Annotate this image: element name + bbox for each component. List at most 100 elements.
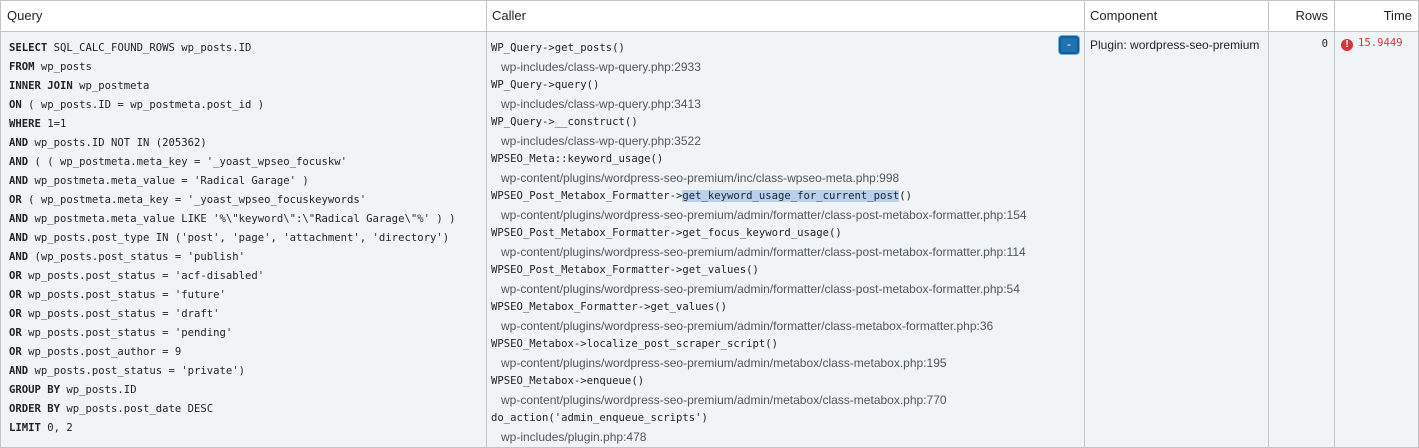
- sql-text: (wp_posts.post_status = 'publish': [28, 251, 245, 263]
- caller-function-text: WPSEO_Meta::keyword_usage(): [491, 153, 664, 165]
- sql-text: ( wp_posts.ID = wp_postmeta.post_id ): [21, 99, 265, 111]
- header-rows[interactable]: Rows: [1268, 1, 1334, 31]
- sql-text: wp_posts.ID: [60, 384, 137, 396]
- caller-function: do_action('admin_enqueue_scripts'): [491, 409, 1081, 428]
- header-time[interactable]: Time: [1334, 1, 1418, 31]
- caller-function-text: WP_Query->get_posts(): [491, 42, 625, 54]
- sql-text: 1=1: [40, 118, 67, 130]
- caller-file-path: wp-content/plugins/wordpress-seo-premium…: [501, 392, 947, 407]
- sql-keyword: OR: [9, 327, 22, 339]
- sql-line: OR wp_posts.post_status = 'future': [9, 286, 485, 305]
- warning-icon: !: [1341, 39, 1353, 51]
- sql-keyword: WHERE: [9, 118, 41, 130]
- caller-file-path: wp-includes/class-wp-query.php:3413: [501, 96, 701, 111]
- header-caller[interactable]: Caller: [486, 1, 1084, 31]
- caller-function: WPSEO_Post_Metabox_Formatter->get_keywor…: [491, 187, 1081, 206]
- sql-keyword: OR: [9, 270, 22, 282]
- sql-text: wp_posts.post_status = 'acf-disabled': [21, 270, 265, 282]
- caller-stack: WP_Query->get_posts() wp-includes/class-w…: [491, 39, 1081, 446]
- sql-text: 0, 2: [40, 422, 73, 434]
- caller-function: WP_Query->query(): [491, 76, 1081, 95]
- caller-function: WPSEO_Metabox->enqueue(): [491, 372, 1081, 391]
- sql-line: AND wp_posts.post_status = 'private'): [9, 362, 485, 381]
- sql-text: wp_posts: [34, 61, 92, 73]
- caller-file-path: wp-content/plugins/wordpress-seo-premium…: [501, 318, 994, 333]
- table-header: Query Caller Component Rows Time: [1, 1, 1418, 32]
- caller-function: WPSEO_Meta::keyword_usage(): [491, 150, 1081, 169]
- caller-function-text: WP_Query->query(): [491, 79, 600, 91]
- sql-line: WHERE 1=1: [9, 115, 485, 134]
- sql-line: ON ( wp_posts.ID = wp_postmeta.post_id ): [9, 96, 485, 115]
- sql-keyword: OR: [9, 194, 22, 206]
- sql-keyword: AND: [9, 232, 29, 244]
- sql-keyword: AND: [9, 137, 29, 149]
- sql-keyword: SELECT: [9, 42, 48, 54]
- sql-keyword: AND: [9, 251, 29, 263]
- caller-function-text: WPSEO_Post_Metabox_Formatter->get_focus_…: [491, 227, 842, 239]
- sql-text: wp_posts.ID NOT IN (205362): [28, 137, 207, 149]
- caller-function-text: (): [899, 190, 912, 202]
- header-query[interactable]: Query: [1, 1, 486, 31]
- caller-function-text: WPSEO_Post_Metabox_Formatter->: [491, 190, 683, 202]
- time-value: 15.9449: [1358, 37, 1403, 49]
- caller-function: WPSEO_Post_Metabox_Formatter->get_focus_…: [491, 224, 1081, 243]
- table-row: SELECT SQL_CALC_FOUND_ROWS wp_posts.ID FR…: [1, 32, 1418, 447]
- sql-text: wp_posts.post_status = 'private'): [28, 365, 245, 377]
- sql-text: wp_posts.post_status = 'future': [21, 289, 226, 301]
- sql-text: wp_posts.post_author = 9: [21, 346, 182, 358]
- caller-file-path: wp-content/plugins/wordpress-seo-premium…: [501, 170, 900, 185]
- sql-line: INNER JOIN wp_postmeta: [9, 77, 485, 96]
- sql-text: wp_postmeta: [72, 80, 150, 92]
- caller-function-text: WPSEO_Post_Metabox_Formatter->get_values…: [491, 264, 759, 276]
- sql-line: OR wp_posts.post_status = 'acf-disabled': [9, 267, 485, 286]
- sql-text: wp_postmeta.meta_value LIKE '%\"keyword\…: [28, 213, 456, 225]
- query-time: ! 15.9449: [1341, 37, 1403, 51]
- sql-keyword: GROUP BY: [9, 384, 61, 396]
- sql-keyword: LIMIT: [9, 422, 41, 434]
- sql-keyword: AND: [9, 156, 29, 168]
- caller-function: WP_Query->__construct(): [491, 113, 1081, 132]
- caller-file-path: wp-includes/class-wp-query.php:2933: [501, 59, 701, 74]
- caller-file-path: wp-content/plugins/wordpress-seo-premium…: [501, 244, 1026, 259]
- sql-keyword: INNER JOIN: [9, 80, 73, 92]
- sql-text: ( ( wp_postmeta.meta_key = '_yoast_wpseo…: [28, 156, 348, 168]
- sql-keyword: OR: [9, 289, 22, 301]
- caller-function: WPSEO_Metabox->localize_post_scraper_scr…: [491, 335, 1081, 354]
- caller-function-text: do_action('admin_enqueue_scripts'): [491, 412, 708, 424]
- caller-function-text: WPSEO_Metabox_Formatter->get_values(): [491, 301, 727, 313]
- caller-function-text: WPSEO_Metabox->enqueue(): [491, 375, 645, 387]
- sql-text: SQL_CALC_FOUND_ROWS wp_posts.ID: [47, 42, 252, 54]
- caller-file-path: wp-content/plugins/wordpress-seo-premium…: [501, 207, 1027, 222]
- collapse-toggle-button[interactable]: -: [1059, 36, 1079, 54]
- sql-line: OR wp_posts.post_author = 9: [9, 343, 485, 362]
- sql-query: SELECT SQL_CALC_FOUND_ROWS wp_posts.ID FR…: [9, 39, 485, 438]
- caller-file-path: wp-content/plugins/wordpress-seo-premium…: [501, 355, 947, 370]
- caller-function-text: WP_Query->__construct(): [491, 116, 638, 128]
- sql-line: AND ( ( wp_postmeta.meta_key = '_yoast_w…: [9, 153, 485, 172]
- selected-text: get_keyword_usage_for_current_post: [682, 190, 900, 202]
- sql-text: wp_postmeta.meta_value = 'Radical Garage…: [28, 175, 309, 187]
- sql-line: AND (wp_posts.post_status = 'publish': [9, 248, 485, 267]
- sql-line: AND wp_postmeta.meta_value LIKE '%\"keyw…: [9, 210, 485, 229]
- header-component[interactable]: Component: [1084, 1, 1268, 31]
- sql-line: OR ( wp_postmeta.meta_key = '_yoast_wpse…: [9, 191, 485, 210]
- component-name: Plugin: wordpress-seo-premium: [1090, 38, 1260, 52]
- caller-file-path: wp-content/plugins/wordpress-seo-premium…: [501, 281, 1020, 296]
- sql-keyword: AND: [9, 175, 29, 187]
- sql-text: wp_posts.post_type IN ('post', 'page', '…: [28, 232, 450, 244]
- sql-text: wp_posts.post_status = 'pending': [21, 327, 233, 339]
- sql-line: FROM wp_posts: [9, 58, 485, 77]
- caller-file-path: wp-includes/plugin.php:478: [501, 429, 647, 444]
- sql-keyword: ORDER BY: [9, 403, 61, 415]
- sql-text: wp_posts.post_status = 'draft': [21, 308, 220, 320]
- sql-text: wp_posts.post_date DESC: [60, 403, 214, 415]
- sql-line: AND wp_posts.post_type IN ('post', 'page…: [9, 229, 485, 248]
- sql-keyword: FROM: [9, 61, 35, 73]
- sql-line: OR wp_posts.post_status = 'draft': [9, 305, 485, 324]
- caller-function-text: WPSEO_Metabox->localize_post_scraper_scr…: [491, 338, 779, 350]
- sql-line: SELECT SQL_CALC_FOUND_ROWS wp_posts.ID: [9, 39, 485, 58]
- sql-keyword: AND: [9, 365, 29, 377]
- sql-line: OR wp_posts.post_status = 'pending': [9, 324, 485, 343]
- sql-text: ( wp_postmeta.meta_key = '_yoast_wpseo_f…: [21, 194, 367, 206]
- caller-function: WP_Query->get_posts(): [491, 39, 1081, 58]
